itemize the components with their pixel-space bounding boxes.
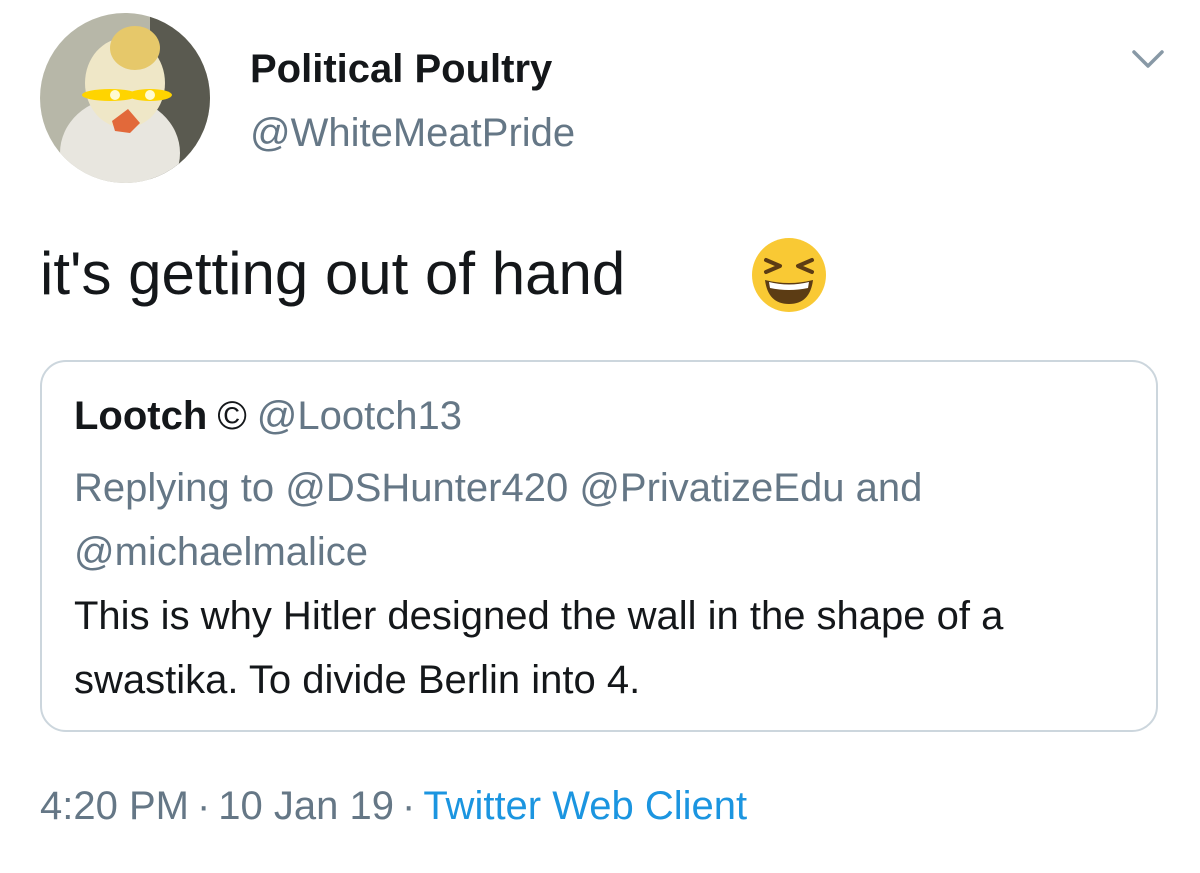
author-handle[interactable]: @WhiteMeatPride <box>250 108 575 158</box>
quoted-author-name: Lootch <box>74 394 208 438</box>
quoted-tweet-header: Lootch © @Lootch13 <box>74 390 462 442</box>
reply-context: Replying to @DSHunter420 @PrivatizeEdu a… <box>74 466 923 574</box>
author-avatar[interactable] <box>40 13 210 183</box>
glowing-eyed-chicken-icon <box>40 13 210 183</box>
quoted-author-handle: @Lootch13 <box>256 394 462 438</box>
quoted-tweet-text: This is why Hitler designed the wall in … <box>74 594 1004 702</box>
quoted-tweet-card[interactable]: Lootch © @Lootch13 Replying to @DSHunter42… <box>40 360 1158 732</box>
tweet-client-link[interactable]: Twitter Web Client <box>423 784 747 828</box>
separator-dot: · <box>402 784 416 828</box>
quoted-author-badge: © <box>217 394 247 438</box>
grinning-squinting-face-icon <box>750 236 828 314</box>
tweet-text: it's getting out of hand <box>40 240 626 307</box>
tweet-metadata: 4:20 PM · 10 Jan 19 · Twitter Web Client <box>40 778 747 834</box>
author-display-name[interactable]: Political Poultry <box>250 44 552 94</box>
separator-dot: · <box>196 784 211 828</box>
chevron-down-icon[interactable] <box>1128 44 1168 74</box>
tweet-date[interactable]: 10 Jan 19 <box>218 784 394 828</box>
tweet-time[interactable]: 4:20 PM <box>40 784 189 828</box>
